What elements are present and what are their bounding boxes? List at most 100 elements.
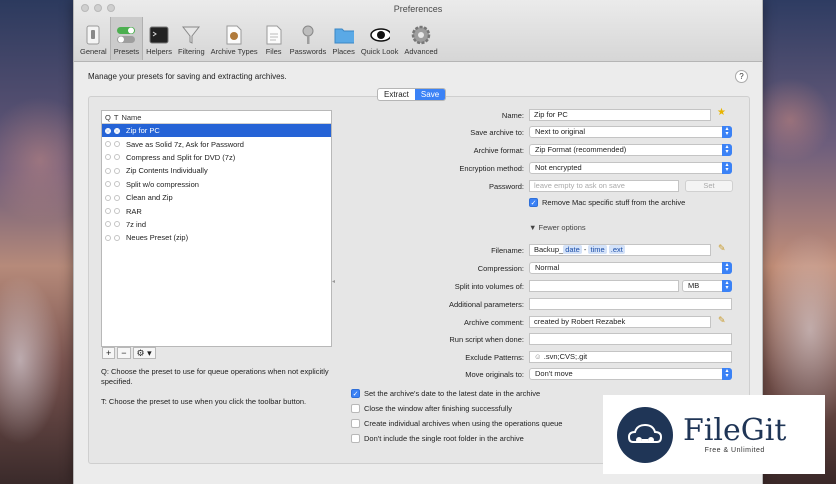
list-item[interactable]: 7z ind <box>102 218 331 231</box>
set-date-checkbox[interactable]: ✓ Set the archive's date to the latest da… <box>351 389 540 398</box>
tab-quick-look[interactable]: Quick Look <box>358 17 402 60</box>
key-icon <box>298 25 318 45</box>
column-name[interactable]: Name <box>118 113 141 122</box>
filegit-logo-icon <box>617 406 673 463</box>
format-popup[interactable]: Zip Format (recommended) ▴ ▾ <box>529 144 732 156</box>
archive-icon <box>224 25 244 45</box>
name-label: Name: <box>501 111 524 120</box>
queue-note: Q: Choose the preset to use for queue op… <box>101 367 329 386</box>
tab-helpers[interactable]: Helpers <box>143 17 175 60</box>
password-field[interactable]: leave empty to ask on save <box>529 180 679 192</box>
toggles-icon <box>116 25 136 45</box>
chevron-updown-icon: ▴ ▾ <box>722 144 732 156</box>
list-item[interactable]: Split w/o compression <box>102 178 331 191</box>
list-item[interactable]: RAR <box>102 204 331 217</box>
tab-places[interactable]: Places <box>329 17 358 60</box>
list-item[interactable]: Neues Preset (zip) <box>102 231 331 244</box>
script-field[interactable] <box>529 333 732 345</box>
favorite-star-icon[interactable]: ★ <box>717 107 726 118</box>
remove-preset-button[interactable]: − <box>117 347 131 359</box>
chevron-updown-icon: ▴ ▾ <box>722 162 732 174</box>
move-popup[interactable]: Don't move ▴ ▾ <box>529 368 732 380</box>
list-item[interactable]: Clean and Zip <box>102 191 331 204</box>
queue-radio[interactable] <box>105 154 111 161</box>
close-window-checkbox[interactable]: Close the window after finishing success… <box>351 404 512 413</box>
params-field[interactable] <box>529 298 732 310</box>
toolbar-radio[interactable] <box>114 194 120 201</box>
fewer-options-toggle[interactable]: ▼ Fewer options <box>529 223 586 232</box>
window-title: Preferences <box>393 4 443 14</box>
funnel-icon <box>181 25 201 45</box>
toolbar-radio[interactable] <box>114 181 120 188</box>
smiley-icon[interactable]: ☺ <box>534 352 544 361</box>
remove-mac-checkbox[interactable]: ✓ Remove Mac specific stuff from the arch… <box>529 198 685 207</box>
queue-radio[interactable] <box>105 181 111 188</box>
toolbar-radio[interactable] <box>114 221 120 228</box>
no-root-folder-checkbox[interactable]: Don't include the single root folder in … <box>351 434 524 443</box>
preferences-toolbar: General Presets Helpers Filtering Archiv… <box>77 17 441 60</box>
list-item[interactable]: Zip for PC <box>102 124 331 138</box>
filename-field[interactable]: Backup_ date - time .ext <box>529 244 711 256</box>
toolbar-radio[interactable] <box>114 234 120 241</box>
tab-general[interactable]: General <box>77 17 110 60</box>
individual-archives-checkbox[interactable]: Create individual archives when using th… <box>351 419 562 428</box>
list-item[interactable]: Save as Solid 7z, Ask for Password <box>102 137 331 150</box>
toolbar-radio[interactable] <box>114 154 120 161</box>
split-unit-popup[interactable]: MB ▴ ▾ <box>682 280 732 292</box>
toolbar-radio[interactable] <box>114 127 120 134</box>
split-size-field[interactable] <box>529 280 679 292</box>
queue-radio[interactable] <box>105 221 111 228</box>
chevron-updown-icon: ▴ ▾ <box>722 368 732 380</box>
name-field[interactable]: Zip for PC <box>529 109 711 121</box>
add-preset-button[interactable]: + <box>102 347 116 359</box>
filename-label: Filename: <box>491 246 524 255</box>
folder-icon <box>334 25 354 45</box>
queue-radio[interactable] <box>105 194 111 201</box>
desktop-wallpaper-left <box>0 0 76 484</box>
toolbar-radio[interactable] <box>114 141 120 148</box>
filegit-name: FileGit <box>683 413 787 448</box>
list-item[interactable]: Compress and Split for DVD (7z) <box>102 151 331 164</box>
compression-popup[interactable]: Normal ▴ ▾ <box>529 262 732 274</box>
checkmark-icon: ✓ <box>351 389 360 398</box>
tab-archive-types[interactable]: Archive Types <box>208 17 261 60</box>
queue-radio[interactable] <box>105 208 111 215</box>
split-label: Split into volumes of: <box>454 282 524 291</box>
encryption-popup[interactable]: Not encrypted ▴ ▾ <box>529 162 732 174</box>
splitter-handle[interactable]: ◂ <box>332 278 335 285</box>
pencil-icon[interactable]: ✎ <box>718 243 726 254</box>
compression-label: Compression: <box>477 264 524 273</box>
tab-advanced[interactable]: Advanced <box>401 17 440 60</box>
help-button[interactable]: ? <box>735 70 748 83</box>
format-label: Archive format: <box>473 146 524 155</box>
comment-field[interactable]: created by Robert Rezabek <box>529 316 711 328</box>
move-label: Move originals to: <box>465 370 524 379</box>
tab-presets[interactable]: Presets <box>109 17 144 60</box>
queue-radio[interactable] <box>105 234 111 241</box>
params-label: Additional parameters: <box>448 300 524 309</box>
exclude-field[interactable]: ☺ .svn;CVS;.git <box>529 351 732 363</box>
toolbar-radio[interactable] <box>114 208 120 215</box>
tab-files[interactable]: Files <box>261 17 287 60</box>
queue-radio[interactable] <box>105 127 111 134</box>
save-to-popup[interactable]: Next to original ▴ ▾ <box>529 126 732 138</box>
tab-filtering[interactable]: Filtering <box>175 17 208 60</box>
disclosure-triangle-icon: ▼ <box>529 223 539 232</box>
set-password-button[interactable]: Set <box>685 180 733 192</box>
tab-passwords[interactable]: Passwords <box>287 17 330 60</box>
queue-radio[interactable] <box>105 167 111 174</box>
column-t[interactable]: T <box>111 113 119 122</box>
terminal-icon <box>149 25 169 45</box>
queue-radio[interactable] <box>105 141 111 148</box>
pencil-icon[interactable]: ✎ <box>718 315 726 326</box>
toolbar-note: T: Choose the preset to use when you cli… <box>101 397 307 406</box>
column-q[interactable]: Q <box>102 113 111 122</box>
segment-extract[interactable]: Extract <box>378 89 415 100</box>
preset-list-header: Q T Name <box>102 111 331 124</box>
preset-action-menu[interactable]: ⚙ ▾ <box>132 347 156 359</box>
segment-save[interactable]: Save <box>414 89 446 100</box>
script-label: Run script when done: <box>449 335 524 344</box>
filegit-tagline: Free & Unlimited <box>704 447 765 454</box>
list-item[interactable]: Zip Contents Individually <box>102 164 331 177</box>
toolbar-radio[interactable] <box>114 167 120 174</box>
